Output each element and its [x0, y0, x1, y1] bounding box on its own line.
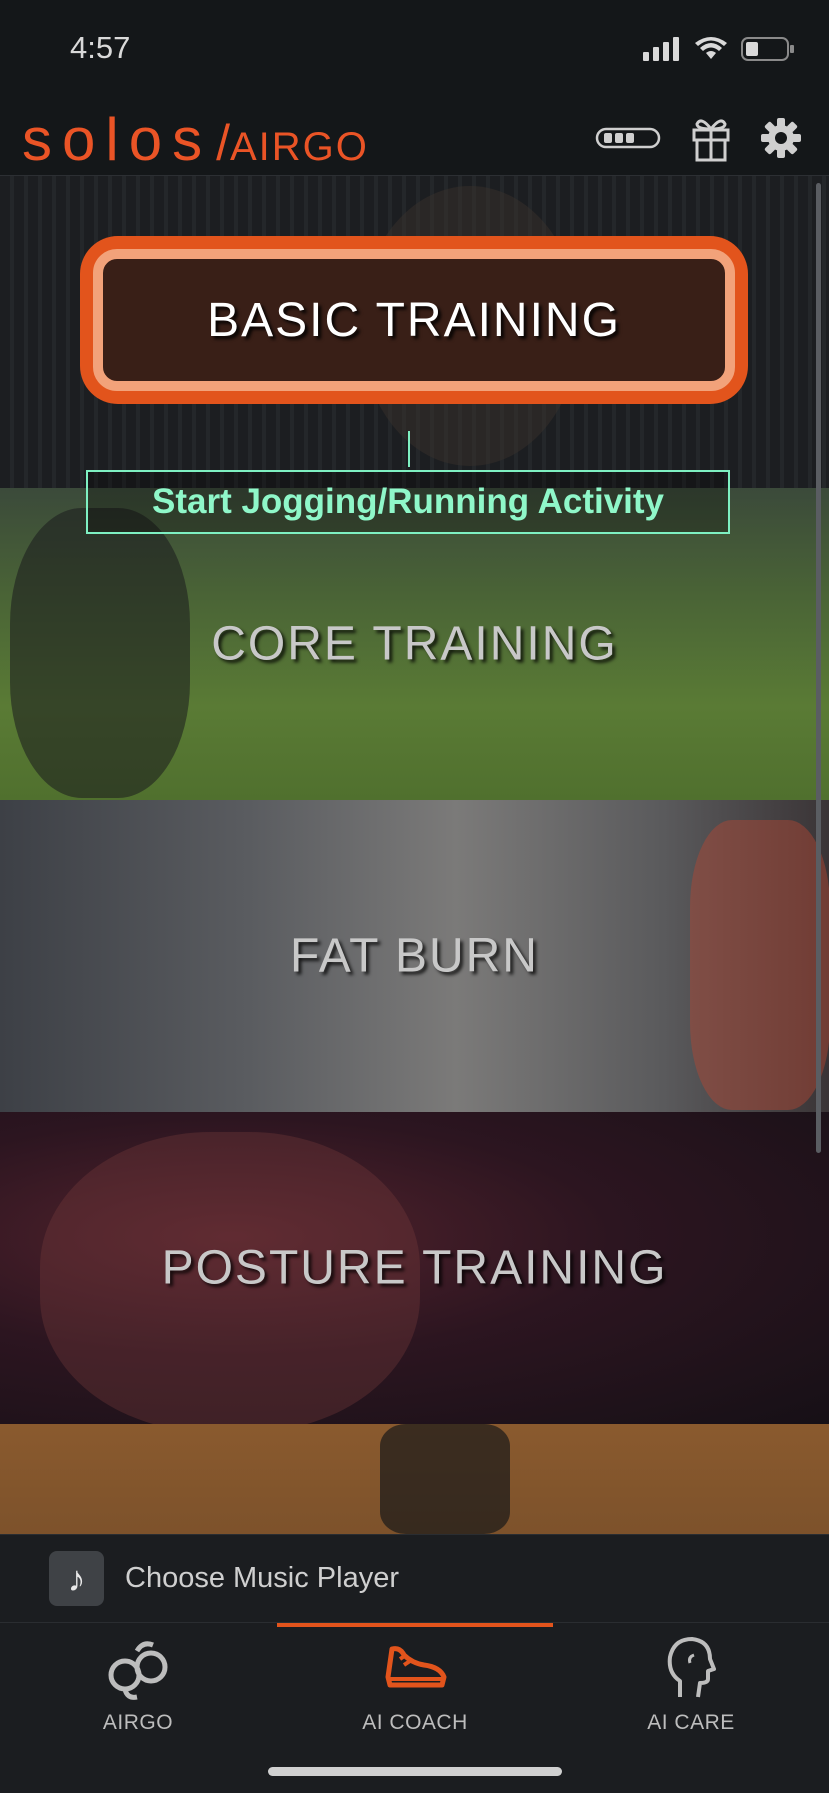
fat-burn-label: FAT BURN: [290, 929, 539, 983]
workout-card-partial[interactable]: [0, 1424, 829, 1534]
cellular-signal-icon: [643, 37, 679, 61]
gift-icon[interactable]: [691, 114, 731, 162]
battery-icon: [741, 37, 794, 61]
workout-card-posture-training[interactable]: POSTURE TRAINING: [0, 1112, 829, 1424]
device-battery-icon[interactable]: [595, 127, 661, 149]
status-time: 4:57: [70, 30, 131, 65]
tooltip: Start Jogging/Running Activity: [86, 470, 730, 534]
tab-ai-coach[interactable]: AI COACH: [277, 1623, 553, 1743]
home-indicator[interactable]: [268, 1767, 562, 1776]
workout-card-fat-burn[interactable]: FAT BURN: [0, 800, 829, 1112]
wifi-icon: [695, 37, 727, 59]
music-player-label: Choose Music Player: [125, 1562, 399, 1594]
logo-slash: /: [216, 115, 230, 171]
music-note-icon: ♪: [49, 1551, 104, 1606]
workout-card-basic-training[interactable]: BASIC TRAINING: [0, 176, 829, 488]
tab-ai-care[interactable]: AI CARE: [553, 1623, 829, 1743]
status-icons: [643, 36, 795, 62]
logo-sub: AIRGO: [229, 125, 369, 169]
tab-ai-coach-label: AI COACH: [362, 1711, 468, 1734]
scrollbar[interactable]: [816, 183, 821, 1153]
airgo-glasses-icon: [108, 1641, 168, 1700]
workout-list[interactable]: BASIC TRAINING CORE TRAINING FAT BURN PO…: [0, 176, 829, 1534]
jump-rope-photo: [380, 1424, 510, 1534]
tab-airgo[interactable]: AIRGO: [0, 1623, 276, 1743]
logo-main: solos: [22, 106, 213, 173]
head-profile-icon: [667, 1637, 716, 1698]
music-player-bar[interactable]: ♪ Choose Music Player: [0, 1534, 829, 1623]
basic-training-button-inner: BASIC TRAINING: [93, 249, 735, 391]
settings-gear-icon[interactable]: [761, 118, 801, 158]
tooltip-connector: [408, 431, 410, 467]
tab-ai-care-label: AI CARE: [647, 1711, 735, 1734]
tooltip-text: Start Jogging/Running Activity: [151, 482, 665, 521]
basic-training-button[interactable]: BASIC TRAINING: [80, 236, 748, 404]
basic-training-label: BASIC TRAINING: [207, 293, 621, 347]
status-bar: 4:57: [0, 0, 829, 100]
posture-training-label: POSTURE TRAINING: [161, 1241, 668, 1295]
app-header: solos / AIRGO: [0, 100, 829, 176]
solos-airgo-logo: solos / AIRGO: [22, 106, 369, 173]
bottom-tab-bar: AIRGO AI COACH AI CARE: [0, 1622, 829, 1793]
workout-card-core-training[interactable]: CORE TRAINING: [0, 488, 829, 800]
core-training-label: CORE TRAINING: [211, 617, 618, 671]
header-actions: [595, 114, 801, 162]
running-shoe-icon: [385, 1646, 447, 1688]
tab-airgo-label: AIRGO: [102, 1711, 174, 1734]
